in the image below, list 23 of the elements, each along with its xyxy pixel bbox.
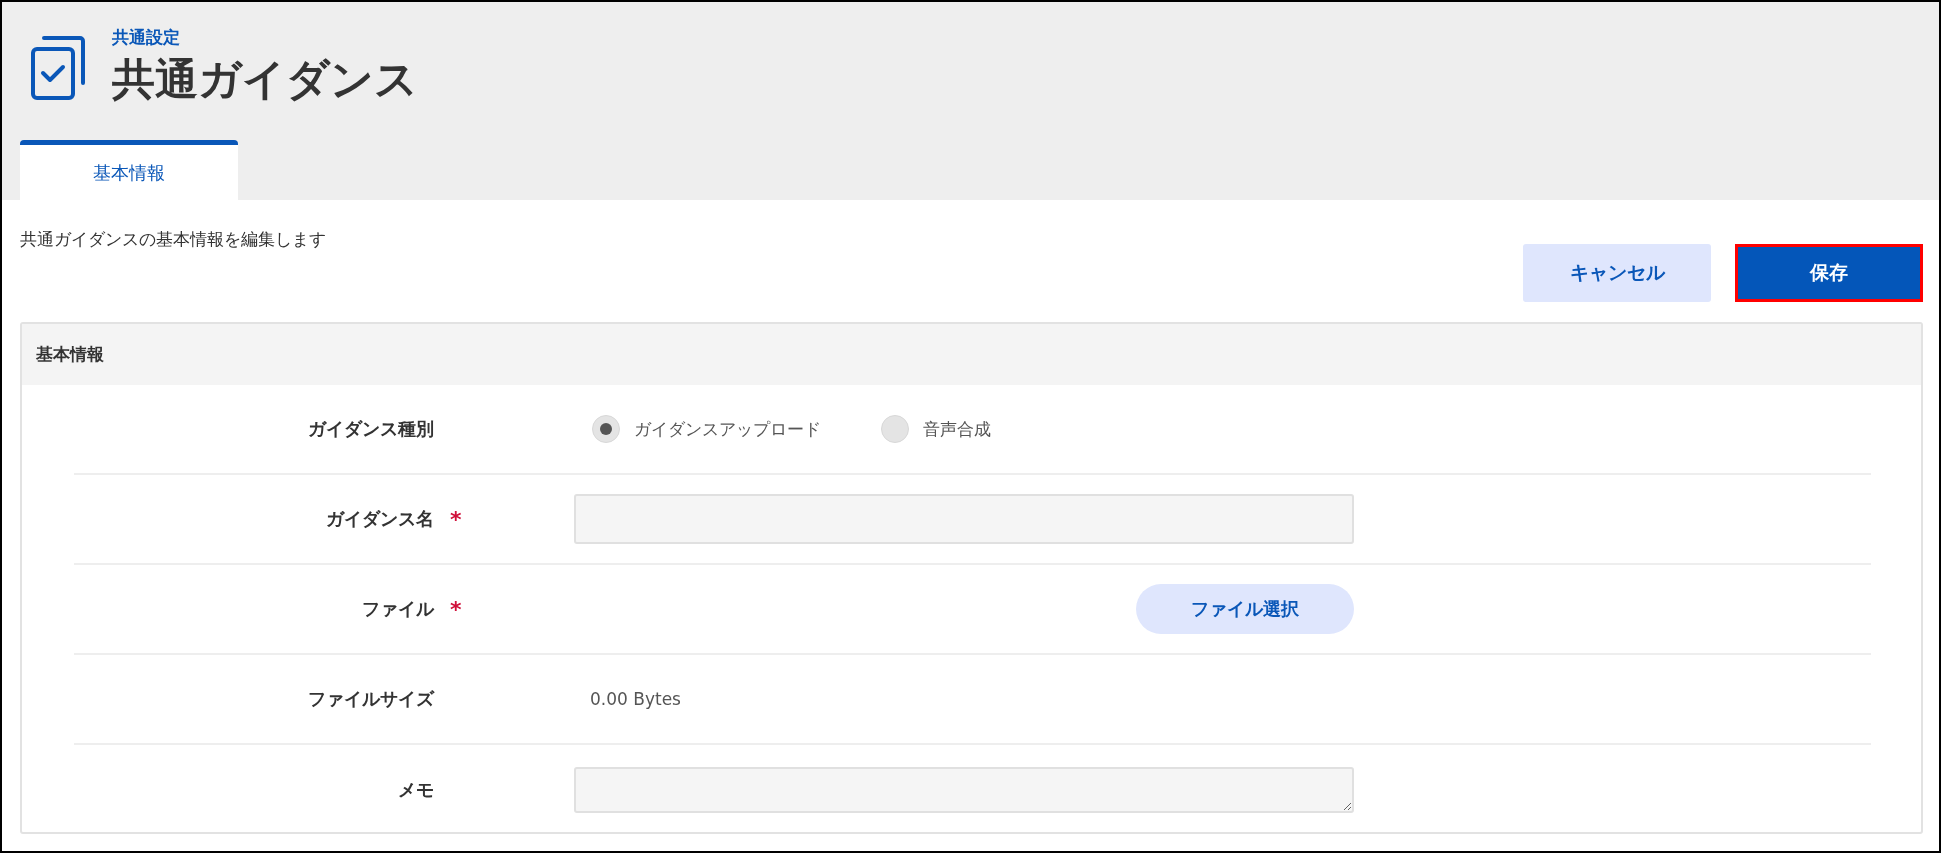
radio-button[interactable] <box>881 415 909 443</box>
page-title: 共通ガイダンス <box>112 53 418 106</box>
required-mark: * <box>450 506 462 532</box>
checklist-icon <box>30 34 86 101</box>
field-label: メモ <box>397 778 434 802</box>
text-field[interactable] <box>574 494 1354 544</box>
description: 共通ガイダンスの基本情報を編集します <box>20 228 326 251</box>
field-value: 0.00 Bytes <box>589 689 681 709</box>
field-label: ファイルサイズ <box>307 687 434 711</box>
radio-label: ガイダンスアップロード <box>634 417 821 441</box>
memo-field[interactable] <box>574 767 1354 813</box>
tab[interactable]: 基本情報 <box>20 140 238 200</box>
file-select-button[interactable]: ファイル選択 <box>1136 584 1354 634</box>
field-label: ファイル <box>361 597 434 621</box>
save-button[interactable]: 保存 <box>1735 244 1923 302</box>
field-label: ガイダンス種別 <box>307 417 434 441</box>
required-mark: * <box>450 596 462 622</box>
field-label: ガイダンス名 <box>325 507 434 531</box>
radio-button[interactable] <box>592 415 620 443</box>
radio-label: 音声合成 <box>923 417 991 441</box>
cancel-button[interactable]: キャンセル <box>1523 244 1711 302</box>
panel-header: 基本情報 <box>22 324 1921 385</box>
breadcrumb: 共通設定 <box>112 26 181 49</box>
